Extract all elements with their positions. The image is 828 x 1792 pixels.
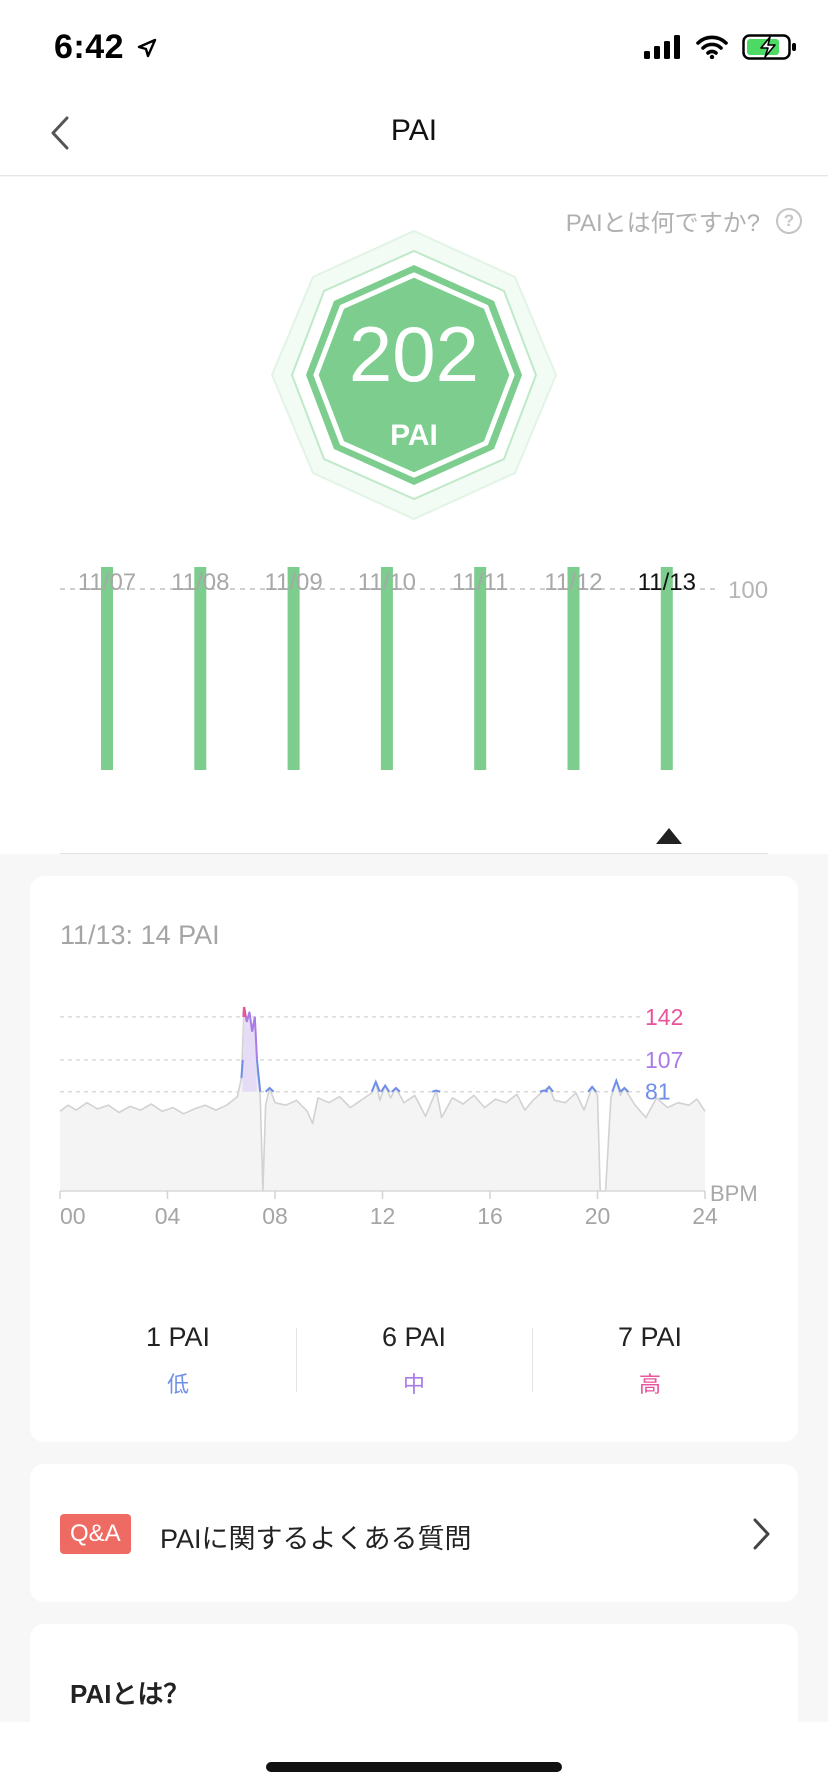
weekly-bar[interactable]	[194, 567, 207, 770]
faq-row[interactable]: Q&A PAIに関するよくある質問	[30, 1464, 798, 1602]
selected-day-pointer	[656, 828, 682, 844]
heart-rate-chart: 14210781BPM00 04 08 12 16 20 24	[59, 1004, 758, 1229]
stat-low-value: 1 PAI	[145, 1322, 211, 1352]
x-tick-label: 04	[155, 1203, 181, 1229]
low-zone-peak	[431, 1089, 441, 1093]
page-title: PAI	[390, 114, 438, 147]
weekly-bar[interactable]	[660, 567, 673, 770]
x-tick-label: 08	[262, 1203, 288, 1229]
heart-rate-area	[60, 1007, 705, 1191]
section-divider	[60, 853, 768, 854]
stat-high-value: 7 PAI	[617, 1322, 683, 1352]
weekly-pai-chart	[60, 567, 718, 770]
intensity-stats: 1 PAI 低 6 PAI 中 7 PAI 高	[60, 1320, 768, 1400]
x-tick-label: 24	[692, 1203, 718, 1229]
status-icons	[644, 34, 798, 60]
bottom-safe-area	[0, 1722, 828, 1792]
navigation-bar: PAI	[0, 90, 828, 176]
status-time: 6:42	[54, 28, 158, 67]
stat-medium-value: 6 PAI	[381, 1322, 447, 1352]
stat-high-label: 高	[638, 1372, 661, 1397]
faq-text: PAIに関するよくある質問	[160, 1524, 472, 1554]
weekly-bar[interactable]	[380, 567, 393, 770]
daily-pai-title: 11/13: 14 PAI	[60, 920, 220, 950]
stat-low: 1 PAI 低	[60, 1320, 296, 1400]
qa-badge: Q&A	[60, 1514, 131, 1554]
x-tick-label: 12	[370, 1203, 396, 1229]
location-arrow-icon	[137, 38, 157, 58]
chevron-right-icon	[753, 1518, 770, 1550]
weekly-date-label[interactable]: 11/11	[452, 569, 509, 597]
status-bar: 6:42	[0, 0, 828, 90]
weekly-date-label[interactable]: 11/09	[264, 569, 322, 597]
stat-medium-label: 中	[402, 1372, 425, 1397]
weekly-bar[interactable]	[101, 567, 113, 770]
weekly-date-label[interactable]: 11/13	[638, 569, 696, 597]
weekly-bar[interactable]	[567, 567, 580, 770]
weekly-date-label[interactable]: 11/12	[544, 569, 602, 597]
x-tick-label: 20	[585, 1203, 611, 1229]
stat-high: 7 PAI 高	[532, 1320, 768, 1400]
weekly-bar[interactable]	[474, 567, 487, 770]
stat-medium: 6 PAI 中	[296, 1320, 532, 1400]
weekly-date-label[interactable]: 11/08	[171, 569, 229, 597]
reference-line-label: 100	[728, 577, 769, 604]
threshold-label: 107	[645, 1047, 683, 1073]
threshold-label: 142	[645, 1004, 683, 1030]
pai-summary-section: PAIとは何ですか? ? 202 PAI 11/07 11/08 11/09 11/1…	[0, 177, 828, 854]
about-pai-title: PAIとは？	[70, 1679, 190, 1709]
wifi-icon	[696, 35, 728, 59]
cellular-signal-icon	[644, 35, 680, 59]
weekly-date-label[interactable]: 11/07	[78, 569, 136, 597]
weekly-bar[interactable]	[287, 567, 300, 770]
battery-charging-icon	[742, 34, 796, 60]
x-tick-label: 16	[477, 1203, 503, 1229]
x-tick-label: 00	[60, 1203, 86, 1229]
weekly-date-label[interactable]: 11/10	[358, 569, 416, 597]
home-indicator[interactable]	[266, 1762, 562, 1772]
high-zone-line	[242, 1006, 247, 1018]
daily-detail-card: 11/13: 14 PAI 142 107 81 BPM 00 04 08 12 16 20 24 …	[30, 876, 798, 1442]
stat-low-label: 低	[166, 1372, 189, 1397]
